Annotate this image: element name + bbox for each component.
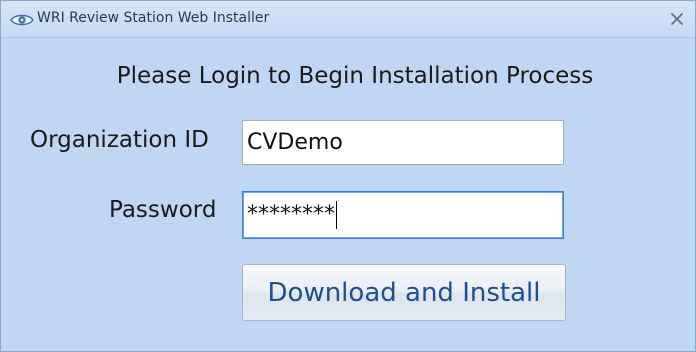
close-button[interactable] xyxy=(665,7,689,31)
login-heading: Please Login to Begin Installation Proce… xyxy=(116,63,594,89)
organization-id-label: Organization ID xyxy=(30,127,209,153)
window-title: WRI Review Station Web Installer xyxy=(37,10,270,26)
text-caret xyxy=(336,201,337,229)
download-and-install-button[interactable]: Download and Install xyxy=(242,264,566,321)
eye-icon xyxy=(10,12,34,26)
password-value: ******** xyxy=(247,202,335,227)
installer-window: WRI Review Station Web Installer Please … xyxy=(0,0,696,352)
title-bar: WRI Review Station Web Installer xyxy=(1,1,695,38)
close-icon xyxy=(671,10,683,29)
password-input[interactable]: ******** xyxy=(242,191,564,239)
password-label: Password xyxy=(109,197,217,223)
organization-id-input[interactable] xyxy=(242,120,564,165)
